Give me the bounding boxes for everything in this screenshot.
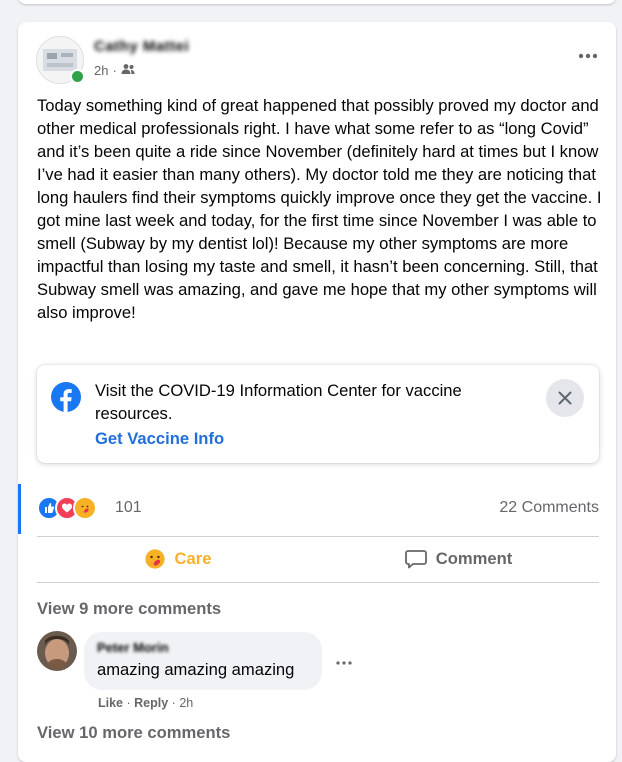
- commenter-name[interactable]: Peter Morin: [97, 640, 169, 655]
- comment-button[interactable]: Comment: [318, 537, 599, 581]
- care-button[interactable]: Care: [37, 537, 318, 581]
- covid-info-center-box: Visit the COVID-19 Information Center fo…: [37, 365, 599, 463]
- post-card: Cathy Mattei 2h · Today something kind o…: [18, 22, 616, 762]
- care-button-label: Care: [174, 549, 212, 568]
- view-more-comments-link[interactable]: View 9 more comments: [37, 599, 221, 619]
- care-icon: [144, 549, 165, 569]
- post-author-name[interactable]: Cathy Mattei: [94, 38, 189, 55]
- reaction-icons[interactable]: [37, 496, 97, 520]
- post-body-text: Today something kind of great happened t…: [37, 96, 602, 322]
- comment-icon: [404, 550, 427, 569]
- close-icon: [558, 391, 572, 405]
- friends-icon: [121, 63, 135, 78]
- comment-options-button[interactable]: [336, 652, 352, 670]
- get-vaccine-info-link[interactable]: Get Vaccine Info: [95, 429, 224, 449]
- comment-time[interactable]: 2h: [179, 696, 193, 710]
- post-actions: Care Comment: [37, 537, 599, 581]
- facebook-logo-icon: [51, 382, 81, 412]
- commenter-avatar[interactable]: [37, 631, 77, 671]
- focus-accent-bar: [18, 484, 21, 534]
- comment-reply-button[interactable]: Reply: [134, 696, 168, 710]
- post-time[interactable]: 2h: [94, 63, 108, 78]
- comment-actions: Like · Reply · 2h: [98, 696, 194, 710]
- comment-text: amazing amazing amazing: [97, 660, 295, 679]
- previous-post-card: [18, 0, 616, 4]
- close-info-button[interactable]: [546, 379, 584, 417]
- reaction-count[interactable]: 101: [115, 499, 142, 517]
- info-center-text: Visit the COVID-19 Information Center fo…: [95, 381, 462, 423]
- post-options-button[interactable]: [570, 44, 606, 68]
- online-status-dot: [70, 69, 85, 84]
- view-more-comments-link[interactable]: View 10 more comments: [37, 723, 230, 743]
- post-header: Cathy Mattei 2h ·: [36, 36, 606, 86]
- comment-like-button[interactable]: Like: [98, 696, 123, 710]
- comment-button-label: Comment: [435, 549, 513, 568]
- care-reaction-icon: [73, 496, 97, 520]
- post-meta: 2h ·: [94, 63, 135, 78]
- divider: [37, 582, 599, 583]
- comments-count[interactable]: 22 Comments: [499, 499, 599, 517]
- more-options-icon: [578, 53, 598, 59]
- reactions-summary: 101 22 Comments: [37, 496, 599, 520]
- more-options-icon: [336, 661, 352, 665]
- comment-bubble: Peter Morin amazing amazing amazing: [84, 632, 322, 690]
